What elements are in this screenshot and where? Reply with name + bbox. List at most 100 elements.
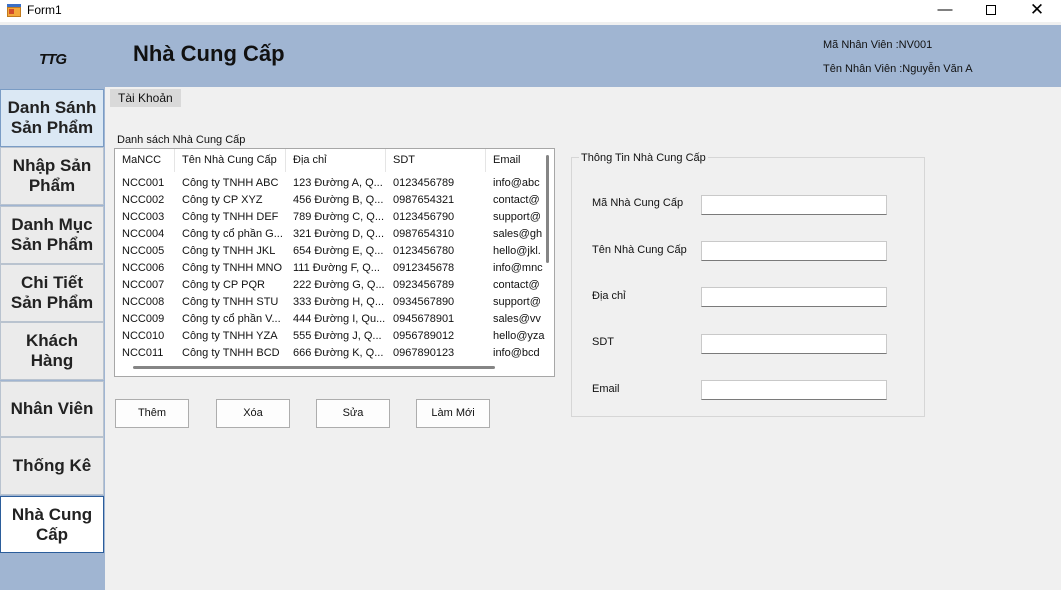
account-menu-item[interactable]: Tài Khoản bbox=[110, 89, 181, 107]
phone-input[interactable] bbox=[701, 334, 887, 354]
table-row[interactable]: NCC007 Công ty CP PQR 222 Đường G, Q... 092… bbox=[115, 277, 554, 294]
listview-header: MaNCC Tên Nhà Cung Cấp Địa chỉ SDT Email bbox=[115, 149, 554, 172]
table-row[interactable]: NCC004 Công ty cổ phần G... 321 Đường D, Q… bbox=[115, 226, 554, 243]
account-menu-strip: Tài Khoản bbox=[105, 87, 1061, 107]
sidebar-item-product-detail[interactable]: Chi Tiết Sản Phẩm bbox=[0, 264, 104, 322]
cell-mancc: NCC010 bbox=[122, 330, 165, 342]
sidebar-item-label: Nhà Cung Cấp bbox=[11, 504, 93, 544]
cell-name: Công ty TNHH JKL bbox=[182, 245, 276, 257]
cell-name: Công ty TNHH MNO bbox=[182, 262, 283, 274]
sidebar-item-suppliers[interactable]: Nhà Cung Cấp bbox=[0, 496, 104, 553]
cell-address: 222 Đường G, Q... bbox=[293, 279, 385, 291]
table-row[interactable]: NCC001 Công ty TNHH ABC 123 Đường A, Q... 0… bbox=[115, 175, 554, 192]
cell-phone: 0923456789 bbox=[393, 279, 455, 291]
address-input[interactable] bbox=[701, 287, 887, 307]
table-row[interactable]: NCC009 Công ty cổ phần V... 444 Đường I, Q… bbox=[115, 311, 554, 328]
page-title: Nhà Cung Cấp bbox=[133, 41, 285, 66]
address-label: Địa chỉ bbox=[592, 290, 626, 302]
maximize-icon bbox=[986, 5, 996, 15]
edit-button[interactable]: Sửa bbox=[316, 399, 390, 428]
cell-address: 666 Đường K, Q... bbox=[293, 347, 384, 359]
cell-mancc: NCC009 bbox=[122, 313, 165, 325]
cell-mancc: NCC003 bbox=[122, 211, 165, 223]
sidebar-item-product-category[interactable]: Danh Mục Sản Phẩm bbox=[0, 206, 104, 264]
cell-email: contact@ bbox=[493, 279, 540, 291]
sidebar-item-product-list[interactable]: Danh Sánh Sản Phẩm bbox=[0, 89, 104, 147]
cell-phone: 0912345678 bbox=[393, 262, 455, 274]
cell-address: 555 Đường J, Q... bbox=[293, 330, 382, 342]
cell-phone: 0123456789 bbox=[393, 177, 455, 189]
delete-button[interactable]: Xóa bbox=[216, 399, 290, 428]
supplier-id-input[interactable] bbox=[701, 195, 887, 215]
cell-address: 123 Đường A, Q... bbox=[293, 177, 383, 189]
supplier-listview[interactable]: MaNCC Tên Nhà Cung Cấp Địa chỉ SDT Email… bbox=[114, 148, 555, 377]
supplier-name-input[interactable] bbox=[701, 241, 887, 261]
cell-address: 789 Đường C, Q... bbox=[293, 211, 385, 223]
refresh-button[interactable]: Làm Mới bbox=[416, 399, 490, 428]
cell-email: info@mnc bbox=[493, 262, 543, 274]
table-row[interactable]: NCC003 Công ty TNHH DEF 789 Đường C, Q... 0… bbox=[115, 209, 554, 226]
supplier-list-label: Danh sách Nhà Cung Cấp bbox=[117, 134, 246, 146]
cell-address: 444 Đường I, Qu... bbox=[293, 313, 386, 325]
supplier-name-label: Tên Nhà Cung Cấp bbox=[592, 244, 687, 256]
employee-name-label: Tên Nhân Viên :Nguyễn Văn A bbox=[823, 63, 973, 75]
horizontal-scrollbar[interactable] bbox=[133, 366, 495, 369]
phone-label: SDT bbox=[592, 336, 614, 348]
employee-id-label: Mã Nhân Viên :NV001 bbox=[823, 39, 933, 51]
column-header-address[interactable]: Địa chỉ bbox=[286, 149, 386, 172]
column-header-email[interactable]: Email bbox=[486, 149, 554, 172]
table-row[interactable]: NCC006 Công ty TNHH MNO 111 Đường F, Q... 0… bbox=[115, 260, 554, 277]
cell-name: Công ty TNHH YZA bbox=[182, 330, 278, 342]
cell-email: info@abc bbox=[493, 177, 540, 189]
cell-phone: 0123456780 bbox=[393, 245, 455, 257]
cell-phone: 0987654310 bbox=[393, 228, 455, 240]
sidebar-item-statistics[interactable]: Thống Kê bbox=[0, 437, 104, 495]
cell-email: hello@jkl. bbox=[493, 245, 541, 257]
cell-email: sales@gh bbox=[493, 228, 543, 240]
sidebar-item-label: Danh Mục Sản Phẩm bbox=[10, 215, 94, 254]
table-row[interactable]: NCC011 Công ty TNHH BCD 666 Đường K, Q... 0… bbox=[115, 345, 554, 362]
cell-name: Công ty TNHH STU bbox=[182, 296, 279, 308]
cell-email: support@ bbox=[493, 296, 541, 308]
cell-phone: 0123456790 bbox=[393, 211, 455, 223]
supplier-details-title: Thông Tin Nhà Cung Cấp bbox=[579, 152, 708, 164]
cell-mancc: NCC001 bbox=[122, 177, 165, 189]
cell-name: Công ty TNHH ABC bbox=[182, 177, 279, 189]
vertical-scrollbar[interactable] bbox=[546, 155, 549, 263]
minimize-button[interactable]: — bbox=[922, 0, 968, 22]
sidebar-item-customers[interactable]: Khách Hàng bbox=[0, 322, 104, 380]
sidebar-item-employees[interactable]: Nhân Viên bbox=[0, 381, 104, 437]
table-row[interactable]: NCC010 Công ty TNHH YZA 555 Đường J, Q... 0… bbox=[115, 328, 554, 345]
window-title: Form1 bbox=[27, 3, 62, 17]
cell-mancc: NCC006 bbox=[122, 262, 165, 274]
maximize-button[interactable] bbox=[968, 0, 1014, 22]
table-row[interactable]: NCC005 Công ty TNHH JKL 654 Đường E, Q... 0… bbox=[115, 243, 554, 260]
cell-email: hello@yza bbox=[493, 330, 545, 342]
cell-address: 333 Đường H, Q... bbox=[293, 296, 385, 308]
sidebar-item-label: Danh Sánh Sản Phẩm bbox=[7, 98, 97, 137]
cell-name: Công ty cổ phần V... bbox=[182, 313, 281, 325]
cell-name: Công ty CP XYZ bbox=[182, 194, 263, 206]
cell-email: support@ bbox=[493, 211, 541, 223]
cell-phone: 0956789012 bbox=[393, 330, 455, 342]
cell-name: Công ty TNHH BCD bbox=[182, 347, 280, 359]
sidebar-item-label: Khách Hàng bbox=[26, 331, 78, 370]
cell-mancc: NCC011 bbox=[122, 347, 164, 359]
add-button[interactable]: Thêm bbox=[115, 399, 189, 428]
cell-mancc: NCC007 bbox=[122, 279, 165, 291]
cell-name: Công ty cổ phần G... bbox=[182, 228, 283, 240]
column-header-phone[interactable]: SDT bbox=[386, 149, 486, 172]
cell-name: Công ty CP PQR bbox=[182, 279, 265, 291]
cell-email: contact@ bbox=[493, 194, 540, 206]
table-row[interactable]: NCC002 Công ty CP XYZ 456 Đường B, Q... 098… bbox=[115, 192, 554, 209]
column-header-name[interactable]: Tên Nhà Cung Cấp bbox=[175, 149, 286, 172]
column-header-mancc[interactable]: MaNCC bbox=[115, 149, 175, 172]
supplier-id-label: Mã Nhà Cung Cấp bbox=[592, 197, 684, 209]
sidebar-item-import-product[interactable]: Nhập Sản Phẩm bbox=[0, 147, 104, 205]
cell-phone: 0934567890 bbox=[393, 296, 455, 308]
table-row[interactable]: NCC008 Công ty TNHH STU 333 Đường H, Q... 0… bbox=[115, 294, 554, 311]
sidebar-item-label: Nhập Sản Phẩm bbox=[12, 156, 92, 195]
email-input[interactable] bbox=[701, 380, 887, 400]
close-button[interactable]: ✕ bbox=[1014, 0, 1060, 22]
cell-mancc: NCC002 bbox=[122, 194, 165, 206]
